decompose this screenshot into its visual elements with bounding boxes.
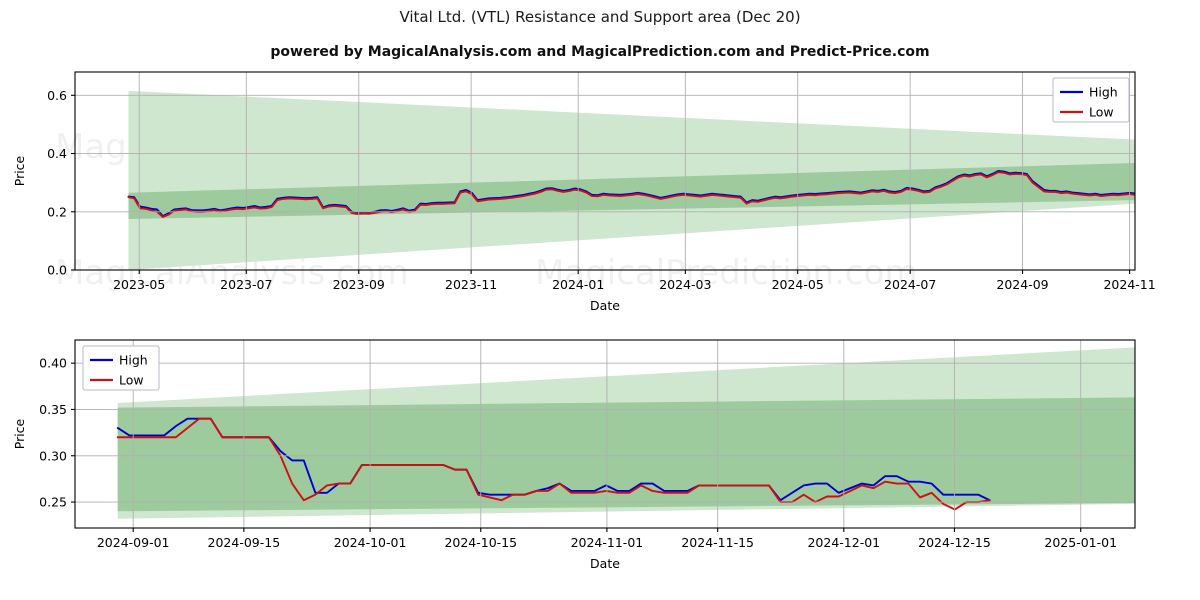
legend-label-high: High	[119, 353, 148, 368]
xtick-label: 2023-09	[333, 277, 385, 292]
ytick-label: 0.6	[47, 88, 67, 103]
legend-label-low: Low	[1089, 105, 1114, 120]
xtick-label: 2024-09	[996, 277, 1048, 292]
ytick-label: 0.0	[47, 263, 67, 278]
xtick-label: 2023-07	[220, 277, 272, 292]
ytick-label: 0.40	[39, 356, 67, 371]
xtick-label: 2024-12-15	[918, 535, 991, 550]
band-inner-bottom	[117, 397, 1135, 512]
legend-bottom[interactable]: High Low	[82, 345, 160, 391]
xtick-label: 2024-11-15	[681, 535, 754, 550]
y-axis-title: Price	[12, 418, 27, 449]
page-subtitle: powered by MagicalAnalysis.com and Magic…	[270, 44, 930, 60]
xtick-label: 2024-11-01	[571, 535, 644, 550]
xtick-label: 2024-05	[772, 277, 824, 292]
y-axis-title: Price	[12, 155, 27, 186]
chart-bottom-recent-detail: MagicalAnalysis.comMagicalPrediction.com…	[12, 339, 1136, 571]
xtick-label: 2023-05	[113, 277, 165, 292]
xtick-label: 2024-01	[552, 277, 604, 292]
plot-area-top	[127, 90, 1135, 270]
x-axis-title: Date	[590, 556, 620, 571]
ytick-label: 0.25	[39, 495, 67, 510]
ytick-label: 0.4	[47, 146, 67, 161]
xtick-label: 2024-03	[659, 277, 711, 292]
xtick-label: 2025-01-01	[1044, 535, 1117, 550]
xtick-label: 2023-11	[445, 277, 497, 292]
xtick-label: 2024-10-15	[444, 535, 517, 550]
ytick-label: 0.30	[39, 448, 67, 463]
ytick-label: 0.35	[39, 402, 67, 417]
legend-top[interactable]: High Low	[1052, 77, 1130, 123]
page-title: Vital Ltd. (VTL) Resistance and Support …	[399, 8, 801, 26]
xtick-label: 2024-09-15	[208, 535, 281, 550]
legend-label-high: High	[1089, 85, 1118, 100]
xtick-label: 2024-09-01	[97, 535, 170, 550]
plot-area-bottom	[116, 347, 1135, 519]
xtick-label: 2024-11	[1103, 277, 1155, 292]
xtick-label: 2024-07	[884, 277, 936, 292]
xtick-label: 2024-12-01	[807, 535, 880, 550]
xtick-label: 2024-10-01	[334, 535, 407, 550]
legend-label-low: Low	[119, 373, 144, 388]
chart-page: Vital Ltd. (VTL) Resistance and Support …	[0, 0, 1200, 600]
ytick-label: 0.2	[47, 204, 67, 219]
x-axis-title: Date	[590, 298, 620, 312]
chart-top-resistance-support: MagicalAnalysis.com MagicalPrediction.com…	[12, 71, 1156, 312]
